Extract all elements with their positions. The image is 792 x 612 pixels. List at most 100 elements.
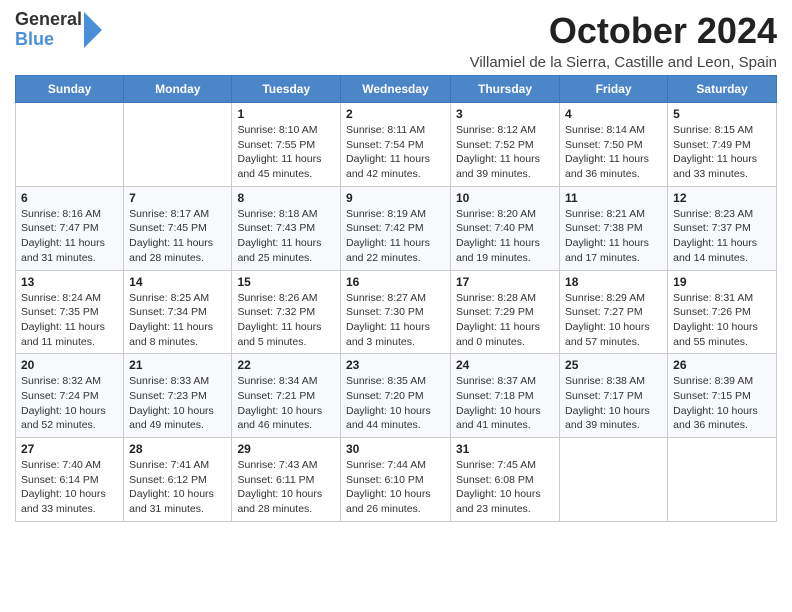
day-info: Sunrise: 8:24 AM Sunset: 7:35 PM Dayligh… [21, 291, 118, 350]
logo-blue: Blue [15, 30, 82, 50]
day-number: 7 [129, 191, 226, 205]
calendar-header-row: SundayMondayTuesdayWednesdayThursdayFrid… [16, 76, 777, 103]
calendar-week-row: 20 Sunrise: 8:32 AM Sunset: 7:24 PM Dayli… [16, 354, 777, 438]
calendar-cell: 16 Sunrise: 8:27 AM Sunset: 7:30 PM Dayli… [341, 270, 451, 354]
calendar-cell: 14 Sunrise: 8:25 AM Sunset: 7:34 PM Dayli… [124, 270, 232, 354]
logo-general: General [15, 10, 82, 30]
day-number: 31 [456, 442, 554, 456]
day-info: Sunrise: 8:19 AM Sunset: 7:42 PM Dayligh… [346, 207, 445, 266]
calendar-cell: 15Sunrise: 8:26 AM Sunset: 7:32 PM Dayli… [232, 270, 341, 354]
calendar-cell: 7 Sunrise: 8:17 AM Sunset: 7:45 PM Daylig… [124, 186, 232, 270]
calendar-cell: 29 Sunrise: 7:43 AM Sunset: 6:11 PM Dayli… [232, 438, 341, 522]
calendar-cell: 17Sunrise: 8:28 AM Sunset: 7:29 PM Dayli… [451, 270, 560, 354]
calendar-cell: 3 Sunrise: 8:12 AM Sunset: 7:52 PM Daylig… [451, 103, 560, 187]
day-number: 21 [129, 358, 226, 372]
calendar-cell [124, 103, 232, 187]
day-info: Sunrise: 8:25 AM Sunset: 7:34 PM Dayligh… [129, 291, 226, 350]
title-area: October 2024 Villamiel de la Sierra, Cas… [470, 10, 777, 71]
calendar-day-header: Saturday [668, 76, 777, 103]
calendar-day-header: Tuesday [232, 76, 341, 103]
day-number: 13 [21, 275, 118, 289]
day-info: Sunrise: 8:16 AM Sunset: 7:47 PM Dayligh… [21, 207, 118, 266]
day-number: 12 [673, 191, 771, 205]
day-info: Sunrise: 8:33 AM Sunset: 7:23 PM Dayligh… [129, 374, 226, 433]
day-info: Sunrise: 8:28 AM Sunset: 7:29 PM Dayligh… [456, 291, 554, 350]
calendar-cell: 10Sunrise: 8:20 AM Sunset: 7:40 PM Dayli… [451, 186, 560, 270]
day-number: 29 [237, 442, 335, 456]
day-info: Sunrise: 8:20 AM Sunset: 7:40 PM Dayligh… [456, 207, 554, 266]
day-number: 1 [237, 107, 335, 121]
logo-icon [84, 12, 102, 48]
day-number: 11 [565, 191, 662, 205]
month-title: October 2024 [470, 10, 777, 52]
calendar-cell: 4 Sunrise: 8:14 AM Sunset: 7:50 PM Daylig… [560, 103, 668, 187]
calendar-cell: 23Sunrise: 8:35 AM Sunset: 7:20 PM Dayli… [341, 354, 451, 438]
calendar-cell: 9Sunrise: 8:19 AM Sunset: 7:42 PM Daylig… [341, 186, 451, 270]
day-info: Sunrise: 8:27 AM Sunset: 7:30 PM Dayligh… [346, 291, 445, 350]
day-info: Sunrise: 7:44 AM Sunset: 6:10 PM Dayligh… [346, 458, 445, 517]
day-info: Sunrise: 8:14 AM Sunset: 7:50 PM Dayligh… [565, 123, 662, 182]
day-info: Sunrise: 8:10 AM Sunset: 7:55 PM Dayligh… [237, 123, 335, 182]
day-number: 26 [673, 358, 771, 372]
calendar-table: SundayMondayTuesdayWednesdayThursdayFrid… [15, 75, 777, 522]
day-info: Sunrise: 7:40 AM Sunset: 6:14 PM Dayligh… [21, 458, 118, 517]
day-info: Sunrise: 8:21 AM Sunset: 7:38 PM Dayligh… [565, 207, 662, 266]
day-number: 3 [456, 107, 554, 121]
calendar-cell: 28 Sunrise: 7:41 AM Sunset: 6:12 PM Dayli… [124, 438, 232, 522]
calendar-cell: 24Sunrise: 8:37 AM Sunset: 7:18 PM Dayli… [451, 354, 560, 438]
calendar-cell [668, 438, 777, 522]
calendar-week-row: 1 Sunrise: 8:10 AM Sunset: 7:55 PM Daylig… [16, 103, 777, 187]
calendar-cell: 25Sunrise: 8:38 AM Sunset: 7:17 PM Dayli… [560, 354, 668, 438]
calendar-cell [560, 438, 668, 522]
day-number: 24 [456, 358, 554, 372]
day-number: 4 [565, 107, 662, 121]
day-info: Sunrise: 8:15 AM Sunset: 7:49 PM Dayligh… [673, 123, 771, 182]
calendar-day-header: Monday [124, 76, 232, 103]
calendar-day-header: Thursday [451, 76, 560, 103]
calendar-cell: 21 Sunrise: 8:33 AM Sunset: 7:23 PM Dayli… [124, 354, 232, 438]
day-info: Sunrise: 8:11 AM Sunset: 7:54 PM Dayligh… [346, 123, 445, 182]
day-info: Sunrise: 8:23 AM Sunset: 7:37 PM Dayligh… [673, 207, 771, 266]
day-number: 20 [21, 358, 118, 372]
day-info: Sunrise: 8:39 AM Sunset: 7:15 PM Dayligh… [673, 374, 771, 433]
day-number: 8 [237, 191, 335, 205]
day-number: 30 [346, 442, 445, 456]
day-info: Sunrise: 8:17 AM Sunset: 7:45 PM Dayligh… [129, 207, 226, 266]
calendar-cell: 6Sunrise: 8:16 AM Sunset: 7:47 PM Daylig… [16, 186, 124, 270]
day-number: 19 [673, 275, 771, 289]
calendar-cell: 5 Sunrise: 8:15 AM Sunset: 7:49 PM Daylig… [668, 103, 777, 187]
calendar-cell: 1 Sunrise: 8:10 AM Sunset: 7:55 PM Daylig… [232, 103, 341, 187]
day-number: 14 [129, 275, 226, 289]
day-info: Sunrise: 7:43 AM Sunset: 6:11 PM Dayligh… [237, 458, 335, 517]
day-number: 2 [346, 107, 445, 121]
day-info: Sunrise: 7:41 AM Sunset: 6:12 PM Dayligh… [129, 458, 226, 517]
calendar-cell: 13 Sunrise: 8:24 AM Sunset: 7:35 PM Dayli… [16, 270, 124, 354]
logo-text: General Blue [15, 10, 82, 50]
day-info: Sunrise: 8:29 AM Sunset: 7:27 PM Dayligh… [565, 291, 662, 350]
day-number: 25 [565, 358, 662, 372]
calendar-cell: 8 Sunrise: 8:18 AM Sunset: 7:43 PM Daylig… [232, 186, 341, 270]
calendar-cell: 30 Sunrise: 7:44 AM Sunset: 6:10 PM Dayli… [341, 438, 451, 522]
calendar-day-header: Wednesday [341, 76, 451, 103]
location-title: Villamiel de la Sierra, Castille and Leo… [470, 54, 777, 71]
calendar-cell: 12 Sunrise: 8:23 AM Sunset: 7:37 PM Dayli… [668, 186, 777, 270]
day-number: 28 [129, 442, 226, 456]
day-info: Sunrise: 8:12 AM Sunset: 7:52 PM Dayligh… [456, 123, 554, 182]
calendar-week-row: 13 Sunrise: 8:24 AM Sunset: 7:35 PM Dayli… [16, 270, 777, 354]
day-info: Sunrise: 8:31 AM Sunset: 7:26 PM Dayligh… [673, 291, 771, 350]
day-number: 16 [346, 275, 445, 289]
calendar-cell: 26 Sunrise: 8:39 AM Sunset: 7:15 PM Dayli… [668, 354, 777, 438]
calendar-cell: 20 Sunrise: 8:32 AM Sunset: 7:24 PM Dayli… [16, 354, 124, 438]
calendar-cell: 11 Sunrise: 8:21 AM Sunset: 7:38 PM Dayli… [560, 186, 668, 270]
day-info: Sunrise: 8:32 AM Sunset: 7:24 PM Dayligh… [21, 374, 118, 433]
day-number: 27 [21, 442, 118, 456]
day-number: 22 [237, 358, 335, 372]
calendar-cell: 22Sunrise: 8:34 AM Sunset: 7:21 PM Dayli… [232, 354, 341, 438]
day-number: 5 [673, 107, 771, 121]
logo: General Blue [15, 10, 102, 50]
calendar-week-row: 6Sunrise: 8:16 AM Sunset: 7:47 PM Daylig… [16, 186, 777, 270]
day-number: 15 [237, 275, 335, 289]
calendar-day-header: Friday [560, 76, 668, 103]
day-number: 23 [346, 358, 445, 372]
day-info: Sunrise: 8:18 AM Sunset: 7:43 PM Dayligh… [237, 207, 335, 266]
